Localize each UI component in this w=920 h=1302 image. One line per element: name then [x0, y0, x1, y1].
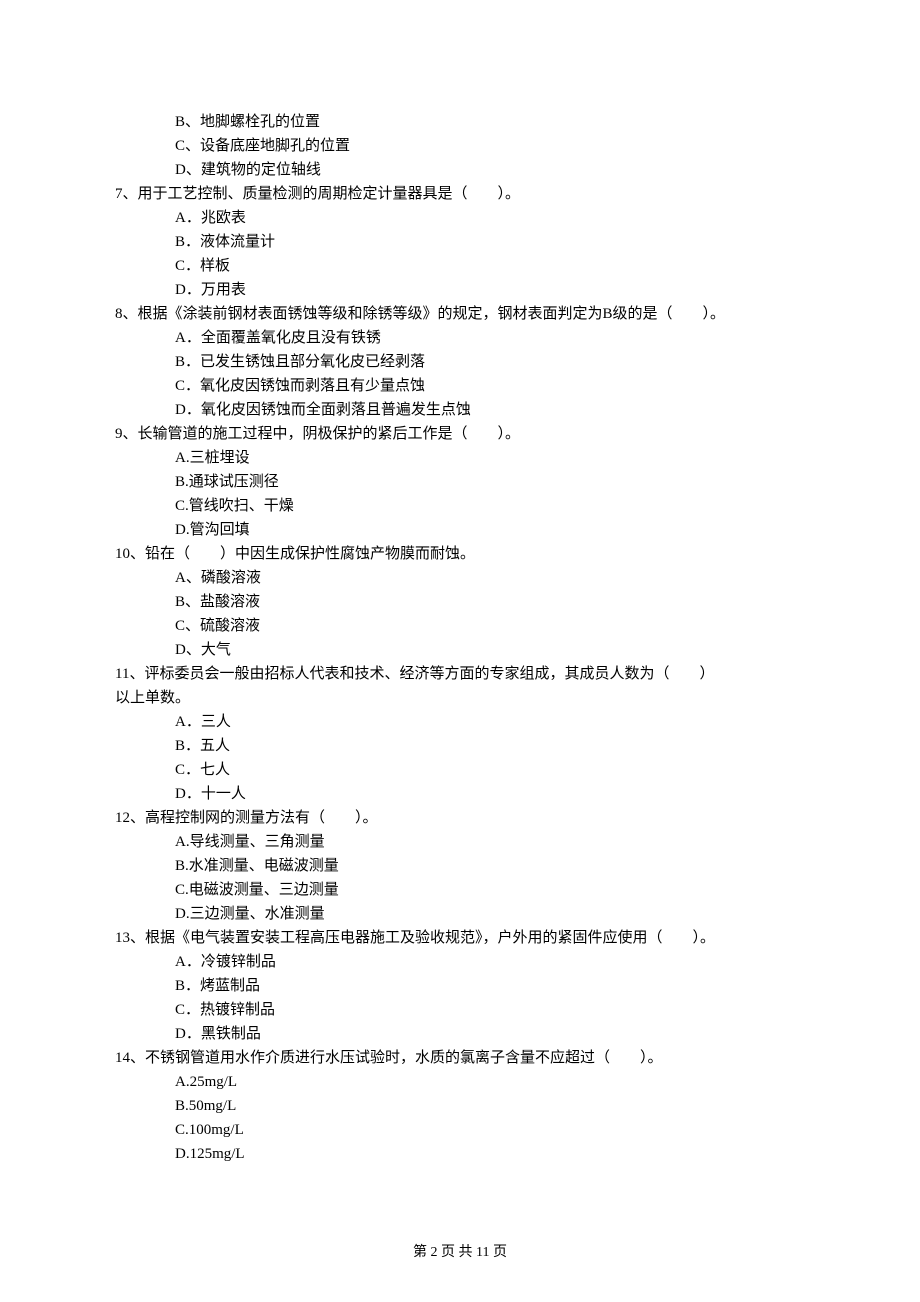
q7-option-a: A．兆欧表: [115, 206, 805, 230]
q12-option-a: A.导线测量、三角测量: [115, 830, 805, 854]
q11-option-b: B．五人: [115, 734, 805, 758]
document-page: B、地脚螺栓孔的位置 C、设备底座地脚孔的位置 D、建筑物的定位轴线 7、用于工…: [0, 0, 920, 1302]
q6-option-c: C、设备底座地脚孔的位置: [115, 134, 805, 158]
q14-text: 14、不锈钢管道用水作介质进行水压试验时，水质的氯离子含量不应超过（ ）。: [115, 1046, 805, 1070]
q11-option-a: A．三人: [115, 710, 805, 734]
q7-option-d: D．万用表: [115, 278, 805, 302]
q10-option-c: C、硫酸溶液: [115, 614, 805, 638]
q10-option-a: A、磷酸溶液: [115, 566, 805, 590]
q13-option-b: B．烤蓝制品: [115, 974, 805, 998]
q8-option-c: C．氧化皮因锈蚀而剥落且有少量点蚀: [115, 374, 805, 398]
q13-option-d: D．黑铁制品: [115, 1022, 805, 1046]
q6-option-d: D、建筑物的定位轴线: [115, 158, 805, 182]
q13-text: 13、根据《电气装置安装工程高压电器施工及验收规范》，户外用的紧固件应使用（ ）…: [115, 926, 805, 950]
page-footer: 第 2 页 共 11 页: [0, 1242, 920, 1264]
q9-option-b: B.通球试压测径: [115, 470, 805, 494]
q12-option-b: B.水准测量、电磁波测量: [115, 854, 805, 878]
q9-option-c: C.管线吹扫、干燥: [115, 494, 805, 518]
q12-option-d: D.三边测量、水准测量: [115, 902, 805, 926]
q8-option-d: D．氧化皮因锈蚀而全面剥落且普遍发生点蚀: [115, 398, 805, 422]
q14-option-c: C.100mg/L: [115, 1118, 805, 1142]
q10-text: 10、铅在（ ）中因生成保护性腐蚀产物膜而耐蚀。: [115, 542, 805, 566]
q14-option-a: A.25mg/L: [115, 1070, 805, 1094]
q10-option-b: B、盐酸溶液: [115, 590, 805, 614]
q6-option-b: B、地脚螺栓孔的位置: [115, 110, 805, 134]
q8-option-b: B．已发生锈蚀且部分氧化皮已经剥落: [115, 350, 805, 374]
q8-text: 8、根据《涂装前钢材表面锈蚀等级和除锈等级》的规定，钢材表面判定为B级的是（ ）…: [115, 302, 805, 326]
q11-text-line2: 以上单数。: [115, 686, 805, 710]
q12-option-c: C.电磁波测量、三边测量: [115, 878, 805, 902]
q10-option-d: D、大气: [115, 638, 805, 662]
q13-option-c: C．热镀锌制品: [115, 998, 805, 1022]
q11-option-d: D．十一人: [115, 782, 805, 806]
q11-option-c: C．七人: [115, 758, 805, 782]
q13-option-a: A．冷镀锌制品: [115, 950, 805, 974]
q14-option-b: B.50mg/L: [115, 1094, 805, 1118]
q7-option-b: B．液体流量计: [115, 230, 805, 254]
q7-option-c: C．样板: [115, 254, 805, 278]
q9-option-d: D.管沟回填: [115, 518, 805, 542]
q8-option-a: A．全面覆盖氧化皮且没有铁锈: [115, 326, 805, 350]
q12-text: 12、高程控制网的测量方法有（ ）。: [115, 806, 805, 830]
q11-text-line1: 11、评标委员会一般由招标人代表和技术、经济等方面的专家组成，其成员人数为（ ）: [115, 662, 805, 686]
q14-option-d: D.125mg/L: [115, 1142, 805, 1166]
q7-text: 7、用于工艺控制、质量检测的周期检定计量器具是（ ）。: [115, 182, 805, 206]
q9-text: 9、长输管道的施工过程中，阴极保护的紧后工作是（ ）。: [115, 422, 805, 446]
q9-option-a: A.三桩埋设: [115, 446, 805, 470]
